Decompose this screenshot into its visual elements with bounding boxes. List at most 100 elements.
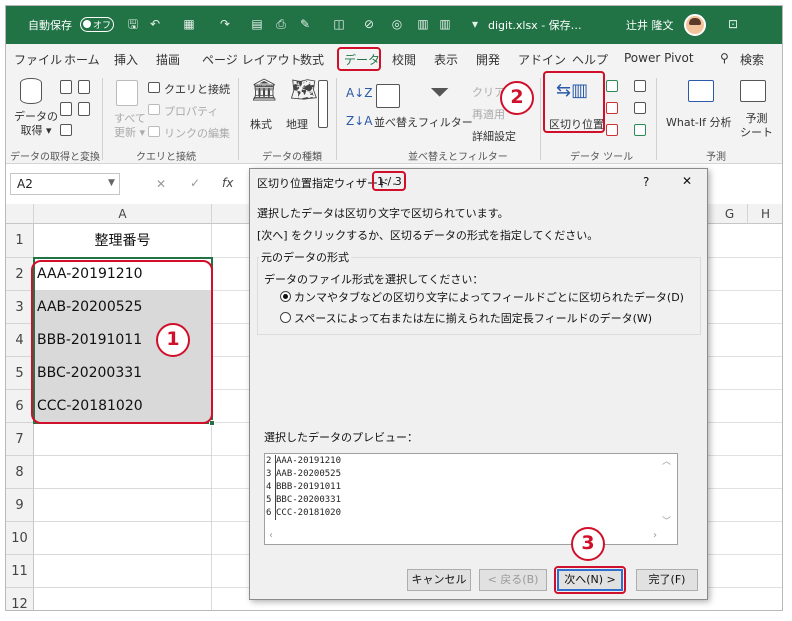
camera-icon[interactable]: ◫ (332, 17, 346, 31)
whatif-button[interactable]: What-If 分析 (666, 114, 731, 130)
queries-connections-button[interactable]: クエリと接続 (164, 81, 230, 97)
row-header[interactable]: 5 (6, 357, 34, 390)
tab-formulas[interactable]: 数式 (300, 51, 324, 68)
row-header[interactable]: 7 (6, 423, 34, 456)
geography-button[interactable]: 地理 (286, 116, 308, 132)
column-header-h[interactable]: H (748, 204, 782, 224)
cell-a10[interactable] (34, 522, 212, 555)
edit-links-button[interactable]: リンクの編集 (164, 125, 230, 141)
row-header[interactable]: 1 (6, 224, 34, 258)
cancel-button[interactable]: キャンセル (407, 569, 471, 591)
data-types-scroll[interactable] (318, 80, 328, 128)
existing-connections-icon[interactable] (60, 124, 72, 136)
tab-view[interactable]: 表示 (434, 51, 458, 68)
scroll-up-icon[interactable]: ︿ (662, 454, 671, 467)
print-icon[interactable]: ⎙ (274, 17, 288, 31)
tab-addins[interactable]: アドイン (518, 51, 566, 68)
tab-help[interactable]: ヘルプ (572, 51, 608, 68)
data-model-icon[interactable] (634, 124, 646, 136)
row-header[interactable]: 12 (6, 588, 34, 610)
forecast-icon (740, 80, 766, 102)
cell-a12[interactable] (34, 588, 212, 610)
autosave-toggle[interactable]: オフ (80, 17, 114, 32)
close-icon[interactable]: ✕ (682, 174, 692, 188)
cancel-entry-icon[interactable]: ✕ (156, 177, 166, 191)
row-header[interactable]: 2 (6, 258, 34, 291)
tab-search[interactable]: 検索 (740, 51, 764, 68)
refresh-all-button[interactable]: すべて 更新 ▾ (114, 112, 146, 140)
sort-button[interactable]: 並べ替え (374, 114, 418, 130)
tab-power-pivot[interactable]: Power Pivot (624, 51, 694, 65)
tab-review[interactable]: 校閲 (392, 51, 416, 68)
select-all-corner[interactable] (6, 204, 34, 224)
tab-file[interactable]: ファイル (14, 51, 62, 68)
radio-delimited-label[interactable]: カンマやタブなどの区切り文字によってフィールドごとに区切られたデータ(D) (294, 289, 684, 305)
tab-insert[interactable]: 挿入 (114, 51, 138, 68)
sort-desc-icon[interactable]: Z↓A (346, 114, 372, 128)
row-header[interactable]: 6 (6, 390, 34, 423)
forecast-sheet-button[interactable]: 予測 シート (740, 112, 773, 140)
border-icon[interactable]: ▦ (182, 17, 196, 31)
row-header[interactable]: 10 (6, 522, 34, 555)
remove-duplicates-icon[interactable] (606, 102, 618, 114)
user-avatar[interactable] (684, 14, 706, 36)
finish-button[interactable]: 完了(F) (636, 569, 698, 591)
relationships-icon[interactable] (634, 102, 646, 114)
insert-function-button[interactable]: fx (222, 176, 233, 190)
cell-a11[interactable] (34, 555, 212, 588)
data-validation-icon[interactable] (606, 124, 618, 136)
radio-fixed-width[interactable] (280, 312, 291, 323)
undo-icon[interactable]: ↶ (148, 17, 162, 31)
cell-a8[interactable] (34, 456, 212, 489)
row-header[interactable]: 9 (6, 489, 34, 522)
from-web-icon[interactable] (78, 80, 90, 94)
cell-a7[interactable] (34, 423, 212, 456)
confirm-entry-icon[interactable]: ✓ (190, 176, 200, 190)
cell-a9[interactable] (34, 489, 212, 522)
chevron-down-icon[interactable]: ▼ (108, 178, 115, 188)
table2-icon[interactable]: ▥ (438, 17, 452, 31)
divider (656, 78, 657, 160)
radio-fixed-width-label[interactable]: スペースによって右または左に揃えられた固定長フィールドのデータ(W) (294, 310, 652, 326)
radio-delimited[interactable] (280, 291, 291, 302)
row-header[interactable]: 8 (6, 456, 34, 489)
properties-button[interactable]: プロパティ (164, 103, 218, 119)
tab-draw[interactable]: 描画 (156, 51, 180, 68)
tab-page-layout[interactable]: ページ レイアウト (202, 51, 302, 68)
consolidate-icon[interactable] (634, 80, 646, 92)
stocks-button[interactable]: 株式 (250, 116, 272, 132)
filter-button[interactable]: フィルター (418, 114, 473, 130)
scroll-left-icon[interactable]: ‹ (269, 530, 273, 541)
format-painter-icon[interactable]: ✎ (298, 17, 312, 31)
tab-home[interactable]: ホーム (64, 51, 100, 68)
scroll-right-icon[interactable]: › (653, 530, 657, 541)
print-preview-icon[interactable]: ▤ (250, 17, 264, 31)
column-header-g[interactable]: G (712, 204, 748, 224)
help-button[interactable]: ? (643, 175, 649, 189)
table-icon[interactable]: ▥ (416, 17, 430, 31)
cell-a1[interactable]: 整理番号 (34, 224, 212, 258)
clear-format-icon[interactable]: ⊘ (362, 17, 376, 31)
scroll-down-icon[interactable]: ﹀ (662, 514, 671, 527)
sort-asc-icon[interactable]: A↓Z (346, 86, 372, 100)
recent-sources-icon[interactable] (78, 102, 90, 116)
target-icon[interactable]: ◎ (390, 17, 404, 31)
save-icon[interactable]: 🖫 (126, 17, 140, 31)
from-table-icon[interactable] (60, 102, 72, 116)
reapply-button[interactable]: 再適用 (472, 106, 505, 122)
from-text-icon[interactable] (60, 80, 72, 94)
customize-qat-icon[interactable]: ▾ (468, 17, 482, 31)
row-header[interactable]: 11 (6, 555, 34, 588)
row-header[interactable]: 3 (6, 291, 34, 324)
get-data-button[interactable]: データの 取得 ▾ (14, 110, 58, 138)
ribbon-display-icon[interactable]: ⊡ (726, 17, 740, 31)
row-header[interactable]: 4 (6, 324, 34, 357)
tab-developer[interactable]: 開発 (476, 51, 500, 68)
search-icon[interactable]: ⚲ (720, 51, 729, 65)
back-button[interactable]: < 戻る(B) (479, 569, 547, 591)
name-box[interactable]: A2 (10, 173, 120, 195)
redo-icon[interactable]: ↷ (218, 17, 232, 31)
advanced-filter-button[interactable]: 詳細設定 (472, 128, 516, 144)
flash-fill-icon[interactable] (606, 80, 618, 92)
column-header-a[interactable]: A (34, 204, 212, 224)
